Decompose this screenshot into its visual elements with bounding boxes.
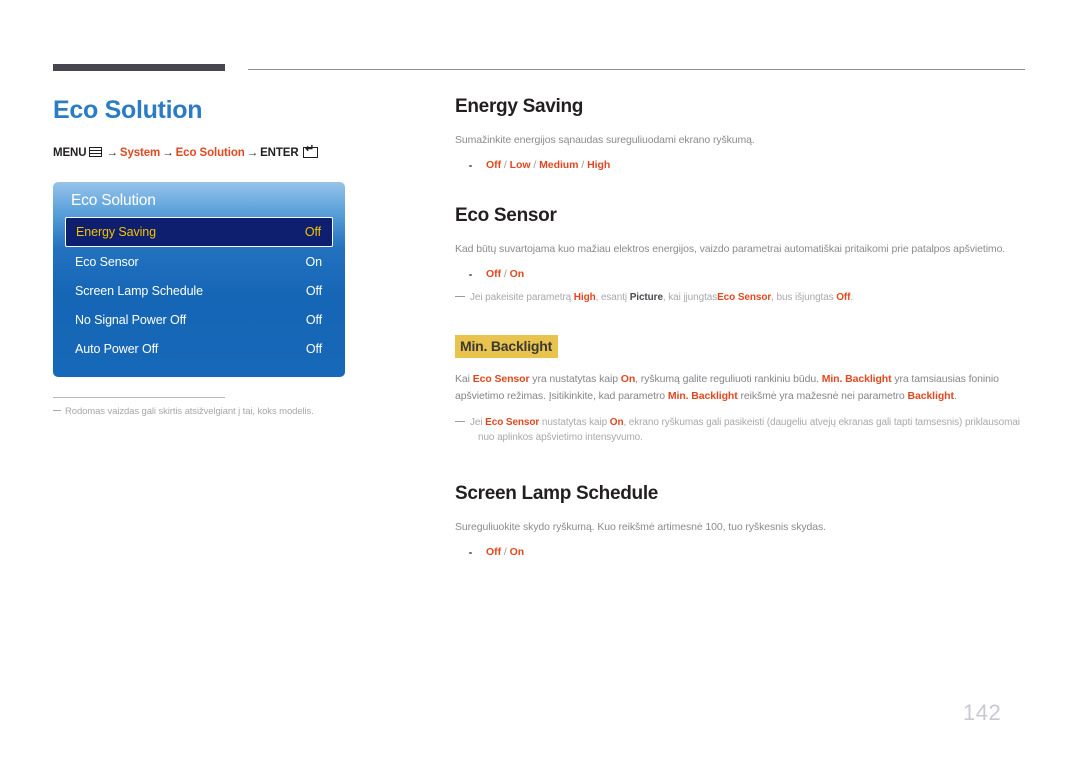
breadcrumb-item-system[interactable]: System xyxy=(120,147,160,159)
osd-row-label: Screen Lamp Schedule xyxy=(75,283,203,298)
energy-saving-description: Sumažinkite energijos sąnaudas sureguliu… xyxy=(455,134,755,146)
mb-text-5: reikšmė yra mažesnė nei parametro xyxy=(737,389,908,402)
note-term-eco-sensor: Eco Sensor xyxy=(717,291,772,303)
mb-term-min-backlight-1: Min. Backlight xyxy=(821,372,892,385)
option-off: Off xyxy=(486,267,502,280)
mb-text-6: . xyxy=(953,389,957,402)
osd-row-value: Off xyxy=(305,283,322,298)
page-title: Eco Solution xyxy=(53,96,203,124)
mb-text-3: , ryškumą galite reguliuoti rankiniu būd… xyxy=(635,372,822,385)
note-text-2: , esantį xyxy=(595,291,630,303)
mb-term-on: On xyxy=(620,372,636,385)
page-number: 142 xyxy=(963,700,1002,725)
mb-term-min-backlight-2: Min. Backlight xyxy=(667,389,738,402)
header-thick-rule xyxy=(53,64,225,71)
left-footnote: Rodomas vaizdas gali skirtis atsižvelgia… xyxy=(53,397,353,417)
footnote-dash-icon xyxy=(53,410,61,411)
eco-sensor-description: Kad būtų suvartojama kuo mažiau elektros… xyxy=(455,242,1006,255)
option-separator: / xyxy=(501,158,510,171)
left-footnote-rule xyxy=(53,397,225,398)
osd-row-label: No Signal Power Off xyxy=(75,312,187,327)
note-text-1: Jei pakeisite parametrą xyxy=(470,291,574,303)
breadcrumb-menu-label: MENU xyxy=(53,146,87,159)
breadcrumb-arrow-1: → xyxy=(106,146,118,159)
note-text-4: , bus išjungtas xyxy=(771,291,837,303)
note-dash-icon xyxy=(455,295,465,297)
breadcrumb-arrow-2: → xyxy=(162,146,174,159)
mbnote-text-4: nuo aplinkos apšvietimo intensyvumo. xyxy=(478,432,643,444)
breadcrumb-arrow-3: → xyxy=(246,146,259,159)
mbnote-text-2: nustatytas kaip xyxy=(539,417,610,429)
left-footnote-text: Rodomas vaizdas gali skirtis atsižvelgia… xyxy=(53,406,353,417)
osd-menu-list: Energy Saving Off Eco Sensor On Screen L… xyxy=(65,217,333,363)
option-separator: / xyxy=(501,545,510,558)
mb-text-1: Kai xyxy=(455,372,473,385)
osd-panel: Eco Solution Energy Saving Off Eco Senso… xyxy=(53,182,345,377)
option-on: On xyxy=(509,545,525,558)
note-dash-icon xyxy=(455,421,465,423)
osd-row-value: Off xyxy=(305,341,322,356)
right-column: Energy Saving Sumažinkite energijos sąna… xyxy=(455,96,1030,558)
option-high: High xyxy=(587,158,611,171)
option-separator: / xyxy=(501,267,510,280)
section-heading-screen-lamp-schedule: Screen Lamp Schedule xyxy=(455,483,659,505)
mbnote-term-on: On xyxy=(609,417,624,429)
breadcrumb: MENU → System → Eco Solution → ENTER xyxy=(53,144,413,159)
section-heading-energy-saving: Energy Saving xyxy=(455,96,584,117)
osd-row-value: Off xyxy=(305,312,322,327)
option-low: Low xyxy=(509,158,531,171)
min-backlight-note: Jei Eco Sensor nustatytas kaip On, ekran… xyxy=(455,415,1030,445)
osd-row-label: Eco Sensor xyxy=(75,254,139,269)
left-footnote-label: Rodomas vaizdas gali skirtis atsižvelgia… xyxy=(65,406,314,417)
breadcrumb-enter-label: ENTER xyxy=(260,146,299,159)
osd-row-energy-saving[interactable]: Energy Saving Off xyxy=(65,217,333,247)
note-text-5: . xyxy=(850,291,854,303)
option-medium: Medium xyxy=(539,158,579,171)
mbnote-text-1: Jei xyxy=(470,417,486,429)
header-thin-rule xyxy=(248,69,1025,70)
mb-text-2: yra nustatytas kaip xyxy=(529,372,621,385)
option-separator: / xyxy=(530,158,540,171)
eco-sensor-note: Jei pakeisite parametrą High, esantį Pic… xyxy=(455,290,1030,305)
osd-row-eco-sensor[interactable]: Eco Sensor On xyxy=(65,247,333,276)
eco-sensor-options: Off / On xyxy=(455,268,1030,280)
note-text-3: , kai įjungtas xyxy=(662,291,718,303)
enter-key-icon xyxy=(302,144,318,158)
note-term-picture: Picture xyxy=(629,291,663,303)
menu-bars-icon xyxy=(89,146,103,157)
left-column: Eco Solution MENU → System → Eco Solution → EN… xyxy=(53,96,413,159)
osd-row-label: Energy Saving xyxy=(76,225,156,239)
mb-term-backlight: Backlight xyxy=(907,389,954,402)
option-off: Off xyxy=(486,545,502,558)
screen-lamp-schedule-options: Off / On xyxy=(455,546,1030,558)
min-backlight-paragraph: Kai Eco Sensor yra nustatytas kaip On, r… xyxy=(455,371,1030,405)
option-separator: / xyxy=(578,158,588,171)
note-term-high: High xyxy=(573,291,596,303)
mbnote-term-eco-sensor: Eco Sensor xyxy=(485,417,540,429)
osd-row-value: On xyxy=(305,254,323,269)
option-on: On xyxy=(509,267,525,280)
subsection-heading-min-backlight: Min. Backlight xyxy=(455,334,559,358)
mbnote-text-3: , ekrano ryškumas gali pasikeisti (dauge… xyxy=(623,417,1020,429)
note-term-off: Off xyxy=(836,291,851,303)
energy-saving-options: Off / Low / Medium / High xyxy=(455,159,1030,171)
mb-term-eco-sensor: Eco Sensor xyxy=(472,372,530,385)
osd-row-label: Auto Power Off xyxy=(75,341,159,356)
osd-panel-title: Eco Solution xyxy=(71,192,156,209)
option-off: Off xyxy=(486,158,502,171)
section-heading-eco-sensor: Eco Sensor xyxy=(455,204,557,226)
osd-row-auto-power-off[interactable]: Auto Power Off Off xyxy=(65,334,333,363)
osd-row-no-signal-power-off[interactable]: No Signal Power Off Off xyxy=(65,305,333,334)
osd-row-screen-lamp-schedule[interactable]: Screen Lamp Schedule Off xyxy=(65,276,333,305)
header-rules xyxy=(0,0,1080,80)
screen-lamp-schedule-description: Sureguliuokite skydo ryškumą. Kuo reikšm… xyxy=(455,521,826,534)
breadcrumb-item-eco-solution[interactable]: Eco Solution xyxy=(176,147,245,159)
osd-row-value: Off xyxy=(304,225,321,239)
